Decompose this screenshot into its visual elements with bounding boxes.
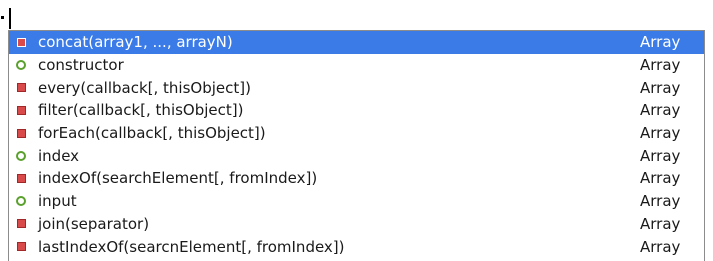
method-icon <box>15 36 27 48</box>
method-icon <box>15 241 27 253</box>
text-caret <box>9 8 11 29</box>
completion-signature: lastIndexOf(searcnElement[, fromIndex]) <box>38 237 345 256</box>
completion-owner: Array <box>640 101 681 120</box>
completion-item[interactable]: every(callback[, thisObject]) Array <box>9 76 704 99</box>
completion-signature: concat(array1, ..., arrayN) <box>38 33 233 52</box>
completion-signature: index <box>38 146 80 165</box>
method-icon <box>15 218 27 230</box>
completion-signature: input <box>38 192 77 211</box>
completion-owner: Array <box>640 78 681 97</box>
completion-signature: join(separator) <box>38 214 150 233</box>
editor-dot <box>1 16 4 19</box>
completion-signature: indexOf(searchElement[, fromIndex]) <box>38 169 318 188</box>
completion-owner: Array <box>640 146 681 165</box>
completion-owner: Array <box>640 56 681 75</box>
completion-owner: Array <box>640 192 681 211</box>
completion-item[interactable]: constructor Array <box>9 54 704 77</box>
completion-item[interactable]: filter(callback[, thisObject]) Array <box>9 99 704 122</box>
field-icon <box>15 195 27 207</box>
completion-signature: forEach(callback[, thisObject]) <box>38 124 266 143</box>
completion-owner: Array <box>640 124 681 143</box>
completion-owner: Array <box>640 214 681 233</box>
completion-item[interactable]: concat(array1, ..., arrayN) Array <box>9 31 704 54</box>
completion-signature: constructor <box>38 56 124 75</box>
completion-item[interactable]: input Array <box>9 190 704 213</box>
method-icon <box>15 104 27 116</box>
completion-item[interactable]: join(separator) Array <box>9 213 704 236</box>
method-icon <box>15 82 27 94</box>
field-icon <box>15 150 27 162</box>
completion-owner: Array <box>640 169 681 188</box>
autocomplete-popup[interactable]: concat(array1, ..., arrayN) Array constr… <box>8 30 705 261</box>
method-icon <box>15 127 27 139</box>
completion-item[interactable]: lastIndexOf(searcnElement[, fromIndex]) … <box>9 235 704 258</box>
completion-owner: Array <box>640 237 681 256</box>
completion-item[interactable]: indexOf(searchElement[, fromIndex]) Arra… <box>9 167 704 190</box>
field-icon <box>15 59 27 71</box>
completion-item[interactable]: index Array <box>9 144 704 167</box>
completion-signature: every(callback[, thisObject]) <box>38 78 251 97</box>
completion-owner: Array <box>640 33 681 52</box>
method-icon <box>15 172 27 184</box>
completion-item[interactable]: forEach(callback[, thisObject]) Array <box>9 122 704 145</box>
completion-signature: filter(callback[, thisObject]) <box>38 101 244 120</box>
